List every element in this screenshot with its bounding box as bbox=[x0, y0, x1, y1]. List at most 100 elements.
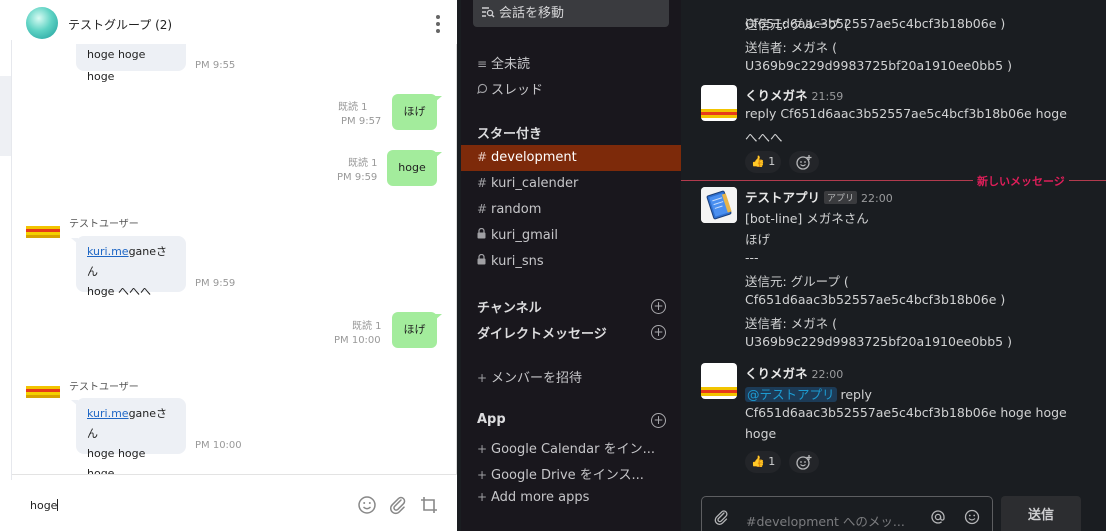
hash-icon: # bbox=[477, 150, 488, 164]
message-time: PM 9:57 bbox=[341, 116, 382, 127]
plus-icon: + bbox=[477, 442, 488, 456]
message-line: へへへ bbox=[745, 130, 783, 145]
message-line: U369b9c229d9983725bf20a1910ee0bb5 ) bbox=[745, 58, 1012, 73]
user-avatar[interactable] bbox=[26, 386, 60, 398]
app-header[interactable]: App bbox=[477, 412, 506, 427]
message-time: PM 9:55 bbox=[195, 60, 236, 71]
message-author[interactable]: くりメガネ 21:59 bbox=[745, 85, 843, 104]
incoming-message: kuri.meganeさん hoge へへへ bbox=[71, 236, 186, 298]
channel-development[interactable]: # development bbox=[477, 150, 577, 165]
message-line: [bot-line] メガネさん bbox=[745, 211, 869, 226]
sender-name: テストユーザー bbox=[69, 382, 139, 393]
message-input[interactable]: hoge bbox=[30, 499, 59, 512]
thread-icon bbox=[477, 83, 491, 97]
mention-link[interactable]: kuri.me bbox=[87, 407, 129, 420]
add-channel-icon[interactable]: + bbox=[651, 299, 666, 314]
app-google-calendar[interactable]: + Google Calendar をイン... bbox=[477, 438, 655, 457]
threads-item[interactable]: スレッド bbox=[477, 79, 543, 98]
plus-icon: + bbox=[477, 468, 488, 482]
emoji-icon[interactable] bbox=[357, 495, 377, 515]
attachment-icon[interactable] bbox=[388, 495, 408, 515]
app-mention[interactable]: @テストアプリ bbox=[745, 387, 837, 402]
more-options-icon[interactable] bbox=[431, 14, 445, 34]
new-messages-label: 新しいメッセージ bbox=[973, 173, 1069, 189]
all-unread-item[interactable]: ≡ 全未読 bbox=[477, 53, 530, 72]
channel-random[interactable]: # random bbox=[477, 202, 541, 217]
message-line: 送信者: メガネ ( bbox=[745, 316, 838, 331]
emoji-icon[interactable] bbox=[964, 509, 980, 525]
message-time: PM 10:00 bbox=[334, 335, 381, 346]
app-google-drive[interactable]: + Google Drive をインス... bbox=[477, 464, 644, 483]
lock-icon bbox=[477, 227, 491, 242]
thumbs-up-reaction[interactable]: 👍 1 bbox=[745, 151, 782, 173]
user-avatar[interactable] bbox=[701, 363, 737, 399]
message-text: hoge bbox=[398, 161, 426, 174]
sender-name: テストユーザー bbox=[69, 219, 139, 230]
starred-header[interactable]: スター付き bbox=[477, 123, 542, 142]
composer-placeholder: #development へのメッ... bbox=[746, 514, 905, 529]
mention-link[interactable]: kuri.me bbox=[87, 245, 129, 258]
list-icon: ≡ bbox=[477, 57, 488, 71]
add-reaction-button[interactable] bbox=[789, 151, 819, 173]
add-more-apps[interactable]: + Add more apps bbox=[477, 490, 589, 505]
message-line: Cf651d6aac3b52557ae5c4bcf3b18b06e hoge h… bbox=[745, 405, 1067, 420]
channels-header[interactable]: チャンネル bbox=[477, 297, 542, 316]
app-avatar[interactable] bbox=[701, 187, 737, 223]
message-line: ほげ bbox=[745, 232, 771, 247]
hash-icon: # bbox=[477, 202, 488, 216]
message-line: Cf651d6aac3b52557ae5c4bcf3b18b06e ) bbox=[745, 16, 1006, 31]
send-button[interactable]: 送信 bbox=[1001, 496, 1081, 531]
plus-icon: + bbox=[477, 490, 488, 504]
add-app-icon[interactable]: + bbox=[651, 413, 666, 428]
group-name: テストグループ (2) bbox=[68, 18, 173, 32]
mention-icon[interactable] bbox=[930, 509, 946, 525]
message-text: hoge hoge hoge bbox=[87, 48, 146, 83]
incoming-message: kuri.meganeさん hoge hoge hoge bbox=[71, 398, 186, 480]
jump-to-button[interactable]: 会話を移動 bbox=[473, 0, 669, 27]
message-input-bar: hoge bbox=[12, 474, 457, 531]
message-line: @テストアプリ reply bbox=[745, 387, 872, 402]
user-avatar[interactable] bbox=[701, 85, 737, 121]
message-line: U369b9c229d9983725bf20a1910ee0bb5 ) bbox=[745, 334, 1012, 349]
message-author[interactable]: くりメガネ 22:00 bbox=[745, 363, 843, 382]
add-reaction-button[interactable] bbox=[789, 451, 819, 473]
message-time: PM 9:59 bbox=[337, 172, 378, 183]
incoming-message: hoge hoge hoge bbox=[76, 44, 186, 83]
message-time[interactable]: 22:00 bbox=[812, 368, 844, 381]
add-reaction-icon bbox=[796, 455, 812, 470]
plus-icon: + bbox=[477, 371, 488, 385]
invite-members-item[interactable]: + メンバーを招待 bbox=[477, 367, 582, 386]
read-receipt: 既読 1 bbox=[348, 158, 378, 169]
hash-icon: # bbox=[477, 176, 488, 190]
message-text: ほげ bbox=[403, 105, 426, 118]
read-receipt: 既読 1 bbox=[338, 102, 368, 113]
thumbs-up-icon: 👍 bbox=[751, 455, 765, 468]
thumbs-up-icon: 👍 bbox=[751, 155, 765, 168]
paperclip-icon[interactable] bbox=[714, 509, 728, 525]
group-avatar[interactable] bbox=[26, 7, 58, 39]
channel-kuri-sns[interactable]: kuri_sns bbox=[477, 253, 544, 269]
user-avatar[interactable] bbox=[26, 226, 60, 238]
chat-header: テストグループ (2) bbox=[12, 0, 457, 44]
outgoing-message: ほげ bbox=[392, 94, 442, 130]
lock-icon bbox=[477, 253, 491, 268]
message-author[interactable]: テストアプリ アプリ 22:00 bbox=[745, 187, 893, 206]
message-text: ほげ bbox=[403, 323, 426, 336]
add-reaction-icon bbox=[796, 155, 812, 170]
dm-header[interactable]: ダイレクトメッセージ bbox=[477, 323, 607, 342]
crop-icon[interactable] bbox=[419, 495, 439, 515]
slack-sidebar: 会話を移動 ≡ 全未読 スレッド スター付き # development # kuri… bbox=[461, 0, 681, 531]
message-line: reply Cf651d6aac3b52557ae5c4bcf3b18b06e … bbox=[745, 106, 1067, 121]
line-chat-panel: テストグループ (2) hoge hoge hoge PM 9:55 既読 1 … bbox=[0, 0, 457, 531]
message-composer[interactable]: #development へのメッ... bbox=[701, 496, 993, 531]
message-time[interactable]: 21:59 bbox=[812, 90, 844, 103]
notebook-icon bbox=[701, 187, 737, 223]
thumbs-up-reaction[interactable]: 👍 1 bbox=[745, 451, 782, 473]
message-time[interactable]: 22:00 bbox=[861, 192, 893, 205]
add-dm-icon[interactable]: + bbox=[651, 325, 666, 340]
channel-kuri-calender[interactable]: # kuri_calender bbox=[477, 176, 578, 191]
slack-message-pane: 送信元: グループ ( Cf651d6aac3b52557ae5c4bcf3b1… bbox=[681, 0, 1106, 531]
read-receipt: 既読 1 bbox=[352, 321, 382, 332]
channel-kuri-gmail[interactable]: kuri_gmail bbox=[477, 227, 558, 243]
message-line: 送信元: グループ ( bbox=[745, 274, 849, 289]
